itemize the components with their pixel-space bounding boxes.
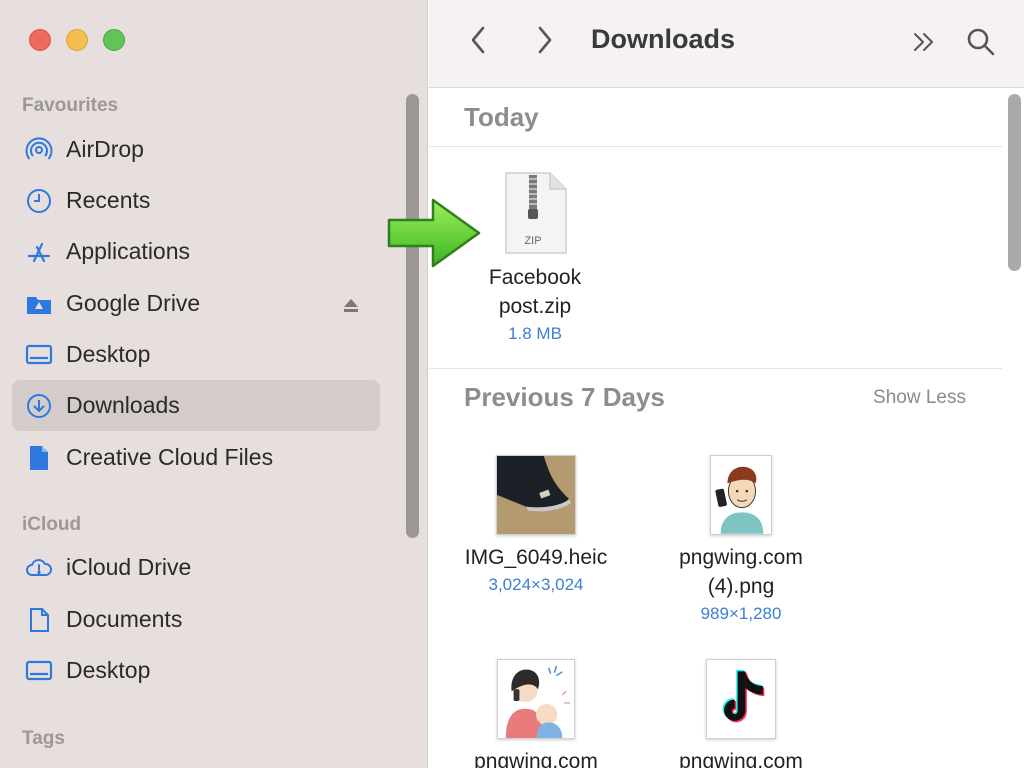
photo-thumbnail bbox=[496, 455, 576, 535]
search-button[interactable] bbox=[963, 24, 999, 60]
close-button[interactable] bbox=[29, 29, 51, 51]
desktop-icon bbox=[24, 340, 54, 370]
chevron-left-icon bbox=[471, 26, 485, 54]
divider bbox=[429, 368, 1002, 369]
file-name: IMG_6049.heic bbox=[464, 546, 608, 569]
desktop-icon bbox=[24, 656, 54, 686]
double-chevron-right-icon bbox=[914, 33, 933, 51]
forward-button[interactable] bbox=[526, 22, 562, 58]
sidebar-item-label: iCloud Drive bbox=[66, 554, 192, 580]
tags-heading: Tags bbox=[22, 728, 65, 749]
file-item-pngwing-4[interactable]: pngwing.com (4).png 989×1,280 bbox=[651, 455, 831, 625]
document-outline-icon bbox=[24, 605, 54, 635]
file-item-pngwing-tiktok[interactable]: pngwing.com bbox=[651, 659, 831, 768]
file-name: pngwing.com bbox=[679, 750, 803, 768]
downloads-icon bbox=[24, 391, 54, 421]
search-icon bbox=[967, 28, 995, 56]
sidebar-item-downloads[interactable]: Downloads bbox=[12, 380, 380, 431]
sidebar-item-label: Recents bbox=[66, 187, 151, 213]
file-name: Facebook post.zip bbox=[488, 266, 582, 318]
sidebar-item-label: Applications bbox=[66, 238, 191, 264]
group-title-previous-7-days: Previous 7 Days bbox=[464, 382, 665, 412]
group-title-today: Today bbox=[464, 102, 539, 132]
image-dimensions: 989×1,280 bbox=[700, 604, 782, 623]
sidebar: Favourites AirDrop Recents Applications … bbox=[0, 0, 428, 768]
file-browser: Today ZIP Facebook post.zip 1.8 MB Previ… bbox=[429, 89, 1002, 768]
icloud-warning-icon bbox=[24, 553, 54, 583]
mother-baby-thumbnail bbox=[497, 659, 575, 739]
file-item-pngwing-mother[interactable]: pngwing.com bbox=[446, 659, 626, 768]
chevron-right-icon bbox=[538, 26, 552, 54]
airdrop-icon bbox=[24, 135, 54, 165]
sidebar-item-documents[interactable]: Documents bbox=[12, 594, 380, 645]
favourites-heading: Favourites bbox=[22, 95, 119, 116]
sidebar-item-recents[interactable]: Recents bbox=[12, 175, 380, 226]
back-button[interactable] bbox=[461, 22, 497, 58]
icloud-heading: iCloud bbox=[22, 514, 82, 535]
applications-icon bbox=[24, 237, 54, 267]
document-icon bbox=[24, 443, 54, 473]
sidebar-item-applications[interactable]: Applications bbox=[12, 226, 380, 277]
sidebar-item-label: AirDrop bbox=[66, 136, 144, 162]
file-item-img-6049[interactable]: IMG_6049.heic 3,024×3,024 bbox=[446, 455, 626, 596]
window-title: Downloads bbox=[591, 24, 736, 54]
sidebar-item-label: Desktop bbox=[66, 341, 151, 367]
file-size: 1.8 MB bbox=[508, 324, 562, 343]
show-less-button[interactable]: Show Less bbox=[873, 387, 966, 409]
sidebar-item-label: Documents bbox=[66, 606, 183, 632]
toolbar: Downloads bbox=[429, 0, 1024, 88]
image-dimensions: 3,024×3,024 bbox=[488, 575, 584, 594]
sidebar-item-google-drive[interactable]: Google Drive bbox=[12, 278, 380, 329]
zoom-button[interactable] bbox=[103, 29, 125, 51]
sidebar-item-label: Google Drive bbox=[66, 290, 201, 316]
eject-icon[interactable] bbox=[342, 293, 360, 312]
sidebar-item-label: Downloads bbox=[66, 392, 180, 418]
clock-icon bbox=[24, 186, 54, 216]
file-name: pngwing.com (4).png bbox=[679, 546, 803, 598]
tiktok-logo-thumbnail bbox=[706, 659, 776, 739]
minimize-button[interactable] bbox=[66, 29, 88, 51]
window-controls bbox=[29, 29, 125, 51]
zip-file-icon: ZIP bbox=[502, 171, 568, 255]
sidebar-item-icloud-drive[interactable]: iCloud Drive bbox=[12, 542, 380, 593]
person-phone-thumbnail bbox=[710, 455, 772, 535]
sidebar-item-creative-cloud-files[interactable]: Creative Cloud Files bbox=[12, 432, 380, 483]
file-name: pngwing.com bbox=[474, 750, 598, 768]
sidebar-item-icloud-desktop[interactable]: Desktop bbox=[12, 645, 380, 696]
content-scrollbar[interactable] bbox=[1008, 94, 1021, 271]
green-arrow-icon bbox=[387, 198, 481, 268]
sidebar-scrollbar[interactable] bbox=[406, 94, 419, 538]
more-toolbar-button[interactable] bbox=[906, 24, 942, 60]
sidebar-item-label: Creative Cloud Files bbox=[66, 444, 274, 470]
sidebar-item-label: Desktop bbox=[66, 657, 151, 683]
zip-label: ZIP bbox=[524, 235, 541, 247]
divider bbox=[429, 146, 1002, 147]
google-drive-folder-icon bbox=[24, 289, 54, 319]
sidebar-item-desktop[interactable]: Desktop bbox=[12, 329, 380, 380]
sidebar-item-airdrop[interactable]: AirDrop bbox=[12, 124, 380, 175]
